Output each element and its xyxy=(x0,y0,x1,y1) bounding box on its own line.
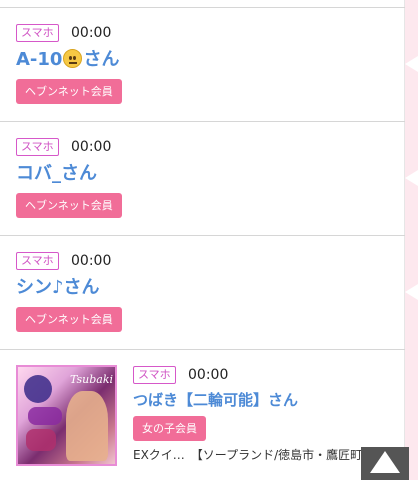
user-name[interactable]: A-10 さん xyxy=(16,48,119,72)
member-type-button[interactable]: ヘブンネット会員 xyxy=(16,193,122,218)
device-badge: スマホ xyxy=(16,138,59,156)
user-name-suffix: さん xyxy=(83,49,120,70)
list-item[interactable]: スマホ 00:00 コバ_さん ヘブンネット会員 xyxy=(0,122,405,235)
side-decoration xyxy=(405,0,418,480)
user-name[interactable]: つばき【二輪可能】さん xyxy=(133,388,298,412)
chevron-left-icon xyxy=(405,56,418,72)
post-time: 00:00 xyxy=(71,139,112,155)
profile-thumbnail[interactable]: Tsubaki xyxy=(16,365,117,466)
list-item[interactable]: スマホ 00:00 シン♪さん ヘブンネット会員 xyxy=(0,236,405,349)
user-name-text: A-10 xyxy=(16,49,63,70)
device-badge: スマホ xyxy=(16,252,59,270)
neutral-face-emoji-icon xyxy=(63,49,83,68)
member-type-button[interactable]: ヘブンネット会員 xyxy=(16,79,122,104)
user-name[interactable]: シン♪さん xyxy=(16,276,100,300)
page: スマホ 00:00 A-10 さん ヘブンネット会員 スマホ 00:00 コバ_さ… xyxy=(0,0,418,480)
user-name[interactable]: コバ_さん xyxy=(16,162,97,186)
chevron-left-icon xyxy=(405,284,418,300)
list-item[interactable]: スマホ 00:00 A-10 さん ヘブンネット会員 xyxy=(0,8,405,121)
thumbnail-script-text: Tsubaki xyxy=(70,373,114,386)
chevron-left-icon xyxy=(405,170,418,186)
scroll-to-top-button[interactable] xyxy=(361,447,409,480)
post-time: 00:00 xyxy=(188,367,229,383)
post-time: 00:00 xyxy=(71,253,112,269)
up-arrow-icon xyxy=(370,451,400,473)
post-list: スマホ 00:00 A-10 さん ヘブンネット会員 スマホ 00:00 コバ_さ… xyxy=(0,0,405,480)
post-time: 00:00 xyxy=(71,25,112,41)
device-badge: スマホ xyxy=(16,24,59,42)
member-type-button[interactable]: 女の子会員 xyxy=(133,416,206,441)
divider xyxy=(0,349,405,350)
member-type-button[interactable]: ヘブンネット会員 xyxy=(16,307,122,332)
device-badge: スマホ xyxy=(133,366,176,384)
